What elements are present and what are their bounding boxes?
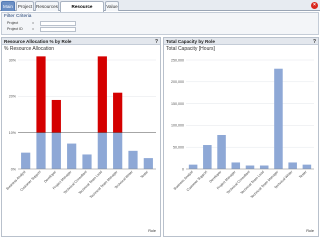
capacity-panel-title: Total Capacity by Role bbox=[166, 39, 215, 44]
y-tick-label: 100,000 bbox=[171, 124, 184, 128]
filter-title: Filter Criteria bbox=[4, 14, 32, 19]
bar bbox=[36, 132, 46, 169]
bar bbox=[217, 134, 226, 169]
y-tick-label: 30% bbox=[9, 58, 17, 62]
y-tick-label: 150,000 bbox=[171, 102, 184, 106]
bar bbox=[245, 165, 255, 169]
y-tick-label: 0% bbox=[11, 167, 17, 171]
bar-overallocation bbox=[36, 56, 46, 133]
bar bbox=[82, 154, 92, 169]
x-tick-label: Technical Team Manager bbox=[89, 169, 119, 199]
bar-overallocation bbox=[51, 99, 61, 133]
allocation-panel: Resource Allocation % by Role ? % Resour… bbox=[1, 37, 161, 237]
tab-value[interactable]: Value bbox=[105, 1, 119, 11]
tab-main[interactable]: Main bbox=[1, 1, 15, 11]
bar bbox=[67, 143, 77, 169]
y-tick-label: 20% bbox=[9, 95, 17, 99]
capacity-panel: Total Capacity by Role ? Total Capacity … bbox=[163, 37, 319, 237]
capacity-panel-header: Total Capacity by Role ? bbox=[164, 38, 318, 45]
tab-bar: Main Project Resources Resource Allocati… bbox=[0, 0, 320, 19]
filter-operator-project[interactable]: = bbox=[29, 21, 37, 25]
bar bbox=[128, 150, 138, 169]
project-input[interactable] bbox=[40, 21, 76, 26]
y-tick-label: 0 bbox=[182, 167, 184, 171]
bar-overallocation bbox=[97, 56, 107, 133]
bar bbox=[203, 145, 212, 169]
x-axis-title: Role bbox=[148, 229, 156, 233]
bar bbox=[97, 132, 107, 169]
x-tick-label: Tester bbox=[298, 169, 308, 179]
bar bbox=[143, 158, 153, 169]
x-tick-label: Developer bbox=[43, 169, 57, 183]
close-icon[interactable]: × bbox=[311, 2, 318, 9]
y-tick-label: 10% bbox=[9, 131, 17, 135]
allocation-chart: 0%10%20%30%Business AnalystCustomer Supp… bbox=[5, 56, 156, 233]
help-icon[interactable]: ? bbox=[313, 39, 316, 45]
filter-operator-project-id[interactable]: = bbox=[29, 27, 37, 31]
tab-project[interactable]: Project bbox=[16, 1, 34, 11]
x-tick-label: Tester bbox=[140, 169, 150, 179]
bar bbox=[113, 132, 123, 169]
y-tick-label: 250,000 bbox=[171, 58, 184, 62]
bar bbox=[259, 165, 269, 169]
x-axis-title: Role bbox=[306, 229, 314, 233]
allocation-panel-title: Resource Allocation % by Role bbox=[4, 39, 72, 44]
tab-resource-allocation[interactable]: Resource Allocation bbox=[60, 1, 104, 19]
y-tick-label: 50,000 bbox=[173, 146, 184, 150]
filter-label-project-id: Project ID bbox=[7, 27, 23, 31]
bar-overallocation bbox=[113, 92, 123, 133]
help-icon[interactable]: ? bbox=[155, 39, 158, 45]
bar bbox=[51, 132, 61, 169]
bar bbox=[21, 152, 31, 169]
tab-resources[interactable]: Resources bbox=[35, 1, 59, 11]
bar bbox=[302, 164, 312, 169]
bar bbox=[288, 162, 297, 169]
capacity-chart: 050,000100,000150,000200,000250,000Busin… bbox=[171, 58, 314, 233]
bar bbox=[188, 164, 198, 169]
y-tick-label: 200,000 bbox=[171, 80, 184, 84]
filter-label-project: Project bbox=[7, 21, 19, 25]
allocation-panel-header: Resource Allocation % by Role ? bbox=[2, 38, 160, 45]
bar bbox=[231, 162, 241, 169]
filter-criteria-panel: Filter Criteria Project = Project ID = bbox=[1, 12, 319, 35]
project-id-input[interactable] bbox=[40, 27, 76, 32]
bar bbox=[274, 68, 283, 169]
